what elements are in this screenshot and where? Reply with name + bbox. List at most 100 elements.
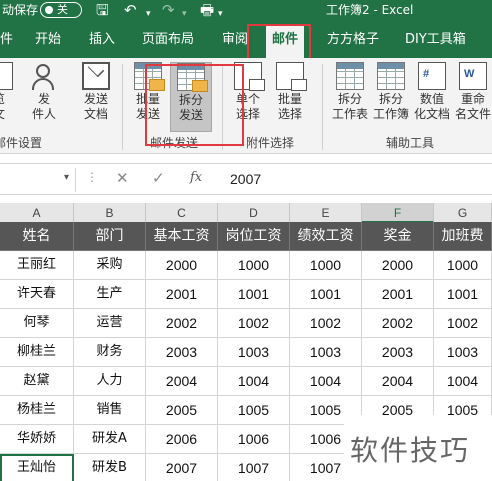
header-cell[interactable]: 加班费	[434, 222, 492, 251]
name-cell[interactable]: 王灿怡	[0, 454, 74, 481]
name-cell[interactable]: 赵黛	[0, 367, 74, 396]
column-header-f[interactable]: F	[362, 203, 434, 223]
table-cell[interactable]: 1002	[434, 309, 492, 338]
chevron-down-icon[interactable]: ▾	[64, 172, 69, 183]
table-cell[interactable]: 1000	[434, 251, 492, 280]
table-cell[interactable]: 1003	[434, 338, 492, 367]
name-cell[interactable]: 许天春	[0, 280, 74, 309]
header-cell[interactable]: 基本工资	[146, 222, 218, 251]
tab-fangfang[interactable]: 方方格子	[327, 31, 379, 49]
column-header-b[interactable]: B	[74, 203, 146, 223]
envelope-icon	[82, 62, 110, 90]
table-cell[interactable]: 1001	[218, 280, 290, 309]
table-cell[interactable]: 2000	[362, 251, 434, 280]
table-cell[interactable]: 2000	[146, 251, 218, 280]
formula-bar-handle-icon[interactable]: ⋮	[86, 170, 98, 184]
split-workbook-icon	[377, 62, 405, 90]
header-cell[interactable]: 姓名	[0, 222, 74, 251]
batch-select-icon	[276, 62, 307, 91]
formula-input[interactable]: 2007	[230, 171, 261, 187]
table-cell[interactable]: 1002	[218, 309, 290, 338]
table-cell[interactable]: 2006	[146, 425, 218, 454]
batch-select-line1: 批量	[277, 92, 302, 106]
table-cell[interactable]: 1003	[218, 338, 290, 367]
name-box[interactable]: ▾	[0, 168, 76, 192]
split-sheet-button[interactable]: 拆分 工作表	[330, 62, 370, 122]
table-cell[interactable]: 采购	[74, 251, 146, 280]
header-cell[interactable]: 奖金	[362, 222, 434, 251]
toggle-knob	[45, 6, 53, 14]
table-cell[interactable]: 2003	[146, 338, 218, 367]
column-header-d[interactable]: D	[218, 203, 290, 223]
rename-file-button[interactable]: W 重命 名文件	[453, 62, 492, 122]
tab-home[interactable]: 开始	[35, 31, 61, 49]
table-cell[interactable]: 2001	[362, 280, 434, 309]
table-cell[interactable]: 1006	[218, 425, 290, 454]
table-cell[interactable]: 1000	[290, 251, 362, 280]
table-cell[interactable]: 1005	[218, 396, 290, 425]
preview-button[interactable]: 览 文	[0, 62, 14, 122]
recipient-button[interactable]: 发 件人	[24, 62, 64, 122]
column-header-c[interactable]: C	[146, 203, 218, 223]
table-cell[interactable]: 2003	[362, 338, 434, 367]
table-cell[interactable]: 2004	[146, 367, 218, 396]
enter-icon[interactable]: ✓	[152, 169, 165, 187]
send-document-button[interactable]: 发送 文档	[76, 62, 116, 122]
autosave-toggle[interactable]: 关	[40, 2, 82, 18]
name-cell[interactable]: 何琴	[0, 309, 74, 338]
table-cell[interactable]: 2005	[146, 396, 218, 425]
tab-page-layout[interactable]: 页面布局	[142, 31, 194, 49]
header-cell[interactable]: 部门	[74, 222, 146, 251]
batch-select-button[interactable]: 批量 选择	[270, 62, 310, 122]
name-cell[interactable]: 王丽红	[0, 251, 74, 280]
table-cell[interactable]: 生产	[74, 280, 146, 309]
undo-icon[interactable]: ↶	[124, 1, 137, 20]
batch-select-line2: 选择	[277, 107, 302, 121]
name-cell[interactable]: 杨桂兰	[0, 396, 74, 425]
table-cell[interactable]: 销售	[74, 396, 146, 425]
table-cell[interactable]: 2001	[146, 280, 218, 309]
header-cell[interactable]: 岗位工资	[218, 222, 290, 251]
numeric-doc-button[interactable]: # 数值 化文档	[412, 62, 452, 122]
table-cell[interactable]: 2007	[146, 454, 218, 481]
table-cell[interactable]: 财务	[74, 338, 146, 367]
send-doc-line2: 文档	[83, 107, 108, 121]
name-cell[interactable]: 柳桂兰	[0, 338, 74, 367]
table-cell[interactable]: 1004	[290, 367, 362, 396]
tab-diy-toolbox[interactable]: DIY工具箱	[405, 31, 466, 49]
column-header-g[interactable]: G	[434, 203, 492, 223]
recipient-line1: 发	[37, 92, 50, 106]
redo-icon[interactable]: ↷	[162, 1, 175, 20]
tab-review[interactable]: 审阅	[222, 31, 248, 49]
tab-file[interactable]: 件	[0, 31, 13, 49]
header-cell[interactable]: 绩效工资	[290, 222, 362, 251]
table-cell[interactable]: 人力	[74, 367, 146, 396]
column-header-e[interactable]: E	[290, 203, 362, 223]
table-cell[interactable]: 研发A	[74, 425, 146, 454]
table-cell[interactable]: 1002	[290, 309, 362, 338]
table-cell[interactable]: 1001	[290, 280, 362, 309]
table-cell[interactable]: 2002	[362, 309, 434, 338]
save-icon[interactable]: 🖫	[96, 1, 109, 20]
table-cell[interactable]: 1001	[434, 280, 492, 309]
group-label-aux-tools: 辅助工具	[386, 136, 435, 150]
table-cell[interactable]: 1003	[290, 338, 362, 367]
table-cell[interactable]: 研发B	[74, 454, 146, 481]
name-cell[interactable]: 华娇娇	[0, 425, 74, 454]
num-doc-line2: 化文档	[413, 107, 450, 121]
column-header-a[interactable]: A	[0, 203, 74, 223]
table-cell[interactable]: 1000	[218, 251, 290, 280]
table-cell[interactable]: 1004	[434, 367, 492, 396]
print-preview-icon[interactable]: 🖶	[200, 1, 214, 20]
table-cell[interactable]: 运营	[74, 309, 146, 338]
tab-insert[interactable]: 插入	[89, 31, 115, 49]
table-cell[interactable]: 2002	[146, 309, 218, 338]
split-sheet-line1: 拆分	[337, 92, 362, 106]
send-doc-line1: 发送	[83, 92, 108, 106]
table-cell[interactable]: 2004	[362, 367, 434, 396]
split-workbook-button[interactable]: 拆分 工作簿	[371, 62, 411, 122]
insert-function-icon[interactable]: fx	[190, 170, 202, 185]
cancel-icon[interactable]: ✕	[116, 169, 129, 187]
table-cell[interactable]: 1004	[218, 367, 290, 396]
table-cell[interactable]: 1007	[218, 454, 290, 481]
